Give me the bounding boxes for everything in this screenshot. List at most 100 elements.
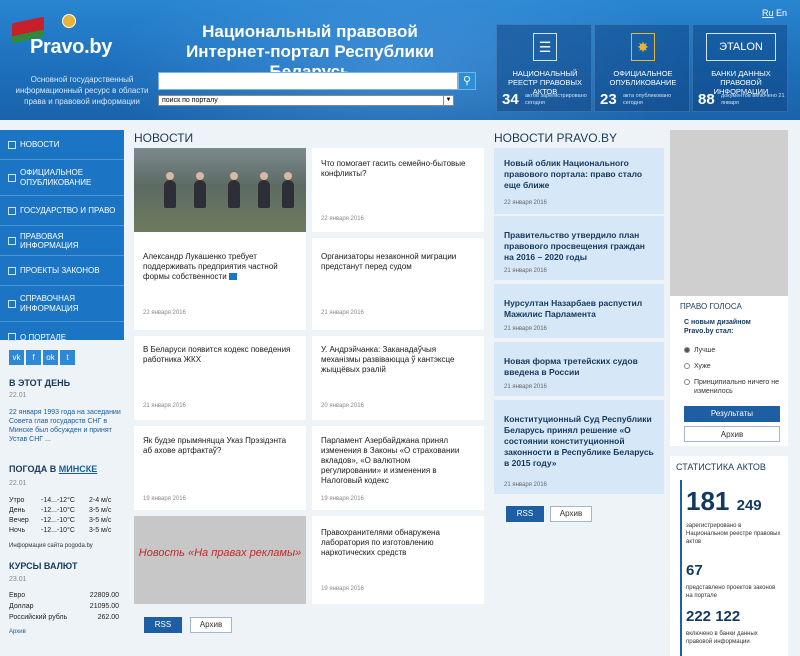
portal-news-text: Новая форма третейских судов введена в Р… (504, 356, 638, 377)
search-input[interactable] (158, 72, 458, 90)
portal-news-title: НОВОСТИ PRAVO.BY (494, 131, 617, 145)
weather-row: Вечер -12...-10°C 3-5 м/с (9, 517, 112, 524)
portal-news-card[interactable]: Новый облик Национального правового порт… (494, 148, 664, 214)
news-text: Правохранителями обнаружена лаборатория … (321, 528, 440, 557)
lang-en-link[interactable]: En (776, 8, 787, 18)
stats-drafts-desc: представлено проектов законов на портале (686, 585, 776, 599)
rates-archive-link[interactable]: Архив (9, 629, 26, 635)
video-icon (228, 273, 237, 281)
today-date: 22.01 (9, 392, 27, 399)
poll-option[interactable]: Принципиально ничего не изменилось (684, 378, 784, 396)
vk-icon[interactable]: vk (9, 350, 24, 365)
tile-subtitle: документов включено 21 января (721, 93, 785, 106)
lang-ru-link[interactable]: Ru (762, 8, 774, 18)
tile-databanks[interactable]: ЭTALON БАНКИ ДАННЫХ ПРАВОВОЙ ИНФОРМАЦИИ … (692, 24, 788, 112)
news-date: 22 января 2016 (143, 310, 186, 316)
tile-registry[interactable]: ☰ НАЦИОНАЛЬНЫЙ РЕЕСТР ПРАВОВЫХ АКТОВ 34 … (496, 24, 592, 112)
odnoklassniki-icon[interactable]: ok (43, 350, 58, 365)
weather-city-link[interactable]: МИНСКЕ (59, 464, 97, 474)
news-text: Что помогает гасить семейно-бытовые конф… (321, 159, 466, 178)
weather-row: День -12...-10°C 3-5 м/с (9, 507, 112, 514)
tile-publication[interactable]: ✸ ОФИЦИАЛЬНОЕ ОПУБЛИКОВАНИЕ 23 акта опуб… (594, 24, 690, 112)
portal-news-date: 21 января 2016 (504, 384, 547, 390)
news-date: 19 января 2016 (321, 496, 364, 502)
portal-news-text: Нурсултан Назарбаев распустил Мажилис Па… (504, 298, 643, 319)
portal-news-text: Новый облик Национального правового порт… (504, 158, 643, 190)
chevron-down-icon: ▼ (443, 96, 453, 105)
tile-count: 23 (600, 91, 617, 108)
news-icon (8, 140, 16, 149)
site-logo[interactable]: Pravo.by (12, 14, 132, 74)
news-card[interactable]: В Беларуси появится кодекс поведения раб… (134, 336, 306, 420)
weather-date: 22.01 (9, 480, 27, 487)
sidebar-item-info[interactable]: СПРАВОЧНАЯ ИНФОРМАЦИЯ (0, 286, 124, 322)
news-photo (134, 148, 306, 232)
sidebar-item-label: ОФИЦИАЛЬНОЕ ОПУБЛИКОВАНИЕ (20, 167, 92, 187)
draft-icon (8, 266, 16, 275)
tile-count: 88 (698, 91, 715, 108)
news-date: 19 января 2016 (321, 586, 364, 592)
sidebar-item-drafts[interactable]: ПРОЕКТЫ ЗАКОНОВ (0, 256, 124, 286)
banner-placeholder[interactable] (670, 130, 788, 300)
poll-option[interactable]: Лучше (684, 346, 715, 355)
ad-text: Новость «На правах рекламы» (138, 547, 302, 559)
news-text: У. Андрэйчанка: Заканадаўчыя механізмы р… (321, 345, 455, 374)
sidebar-item-state[interactable]: ГОСУДАРСТВО И ПРАВО (0, 196, 124, 226)
news-card[interactable]: Як будзе прымяняцца Указ Прэзідэнта аб а… (134, 426, 306, 510)
portal-news-card[interactable]: Правительство утвердило план правового п… (494, 216, 664, 280)
emblem-icon: ✸ (631, 33, 655, 61)
about-icon (8, 333, 16, 341)
poll-question: С новым дизайном Pravo.by стал: (684, 319, 751, 335)
weather-title-text: ПОГОДА В (9, 464, 57, 474)
portal-news-card[interactable]: Нурсултан Назарбаев распустил Мажилис Па… (494, 284, 664, 338)
etalon-icon: ЭTALON (706, 33, 776, 61)
weather-row: Ночь -12...-10°C 3-5 м/с (9, 527, 112, 534)
poll-results-button[interactable]: Результаты (684, 406, 780, 422)
radio-icon (684, 379, 690, 385)
radio-icon (684, 363, 690, 369)
weather-table: Утро -14...-12°C 2-4 м/с День -12...-10°C 3-… (9, 497, 121, 537)
news-text: В Беларуси появится кодекс поведения раб… (143, 345, 291, 364)
search-button[interactable]: ⚲ (458, 72, 476, 90)
sidebar-item-about[interactable]: О ПОРТАЛЕ (0, 322, 124, 352)
state-icon (8, 206, 16, 215)
today-link[interactable]: 22 января 1993 года на заседании Совета … (9, 408, 124, 444)
facebook-icon[interactable]: f (26, 350, 41, 365)
social-links: vk f ok t (9, 350, 75, 365)
tagline: Основной государственный информационный … (15, 75, 149, 106)
portal-archive-button[interactable]: Архив (550, 506, 592, 522)
twitter-icon[interactable]: t (60, 350, 75, 365)
news-date: 22 января 2016 (321, 216, 364, 222)
site-header: Pravo.by Основной государственный информ… (0, 0, 800, 120)
news-card[interactable]: Александр Лукашенко требует поддерживать… (134, 148, 306, 330)
today-title: В ЭТОТ ДЕНЬ (9, 378, 71, 388)
news-card[interactable]: Что помогает гасить семейно-бытовые конф… (312, 148, 484, 232)
news-date: 20 января 2016 (321, 403, 364, 409)
news-card[interactable]: У. Андрэйчанка: Заканадаўчыя механізмы р… (312, 336, 484, 420)
rate-row: Доллар 21095.00 (9, 603, 119, 610)
news-card[interactable]: Правохранителями обнаружена лаборатория … (312, 516, 484, 604)
portal-news-card[interactable]: Конституционный Суд Республики Беларусь … (494, 400, 664, 494)
rate-row: Евро 22809.00 (9, 592, 119, 599)
tile-count: 34 (502, 91, 519, 108)
stats-widget: СТАТИСТИКА АКТОВ 181 249 зарегистрирован… (670, 456, 788, 656)
news-rss-button[interactable]: RSS (144, 617, 182, 633)
search-scope-select[interactable]: поиск по порталу ▼ (158, 95, 454, 106)
logo-text: Pravo.by (30, 36, 113, 58)
news-archive-button[interactable]: Архив (190, 617, 232, 633)
portal-rss-button[interactable]: RSS (506, 506, 544, 522)
news-date: 19 января 2016 (143, 496, 186, 502)
portal-news-card[interactable]: Новая форма третейских судов введена в Р… (494, 342, 664, 396)
news-section-title: НОВОСТИ (134, 131, 194, 145)
poll-option[interactable]: Хуже (684, 362, 711, 371)
sidebar-item-legal[interactable]: ПРАВОВАЯ ИНФОРМАЦИЯ (0, 226, 124, 256)
news-card[interactable]: Парламент Азербайджана принял изменения … (312, 426, 484, 510)
news-card[interactable]: Организаторы незаконной миграции предста… (312, 238, 484, 330)
sidebar-item-label: ПРАВОВАЯ ИНФОРМАЦИЯ (20, 231, 79, 250)
poll-archive-button[interactable]: Архив (684, 426, 780, 442)
sidebar-item-news[interactable]: НОВОСТИ (0, 130, 124, 160)
news-date: 21 января 2016 (321, 310, 364, 316)
sidebar-item-publication[interactable]: ОФИЦИАЛЬНОЕ ОПУБЛИКОВАНИЕ (0, 160, 124, 196)
stats-drafts: 67 (686, 562, 703, 579)
ad-card[interactable]: Новость «На правах рекламы» (134, 516, 306, 604)
